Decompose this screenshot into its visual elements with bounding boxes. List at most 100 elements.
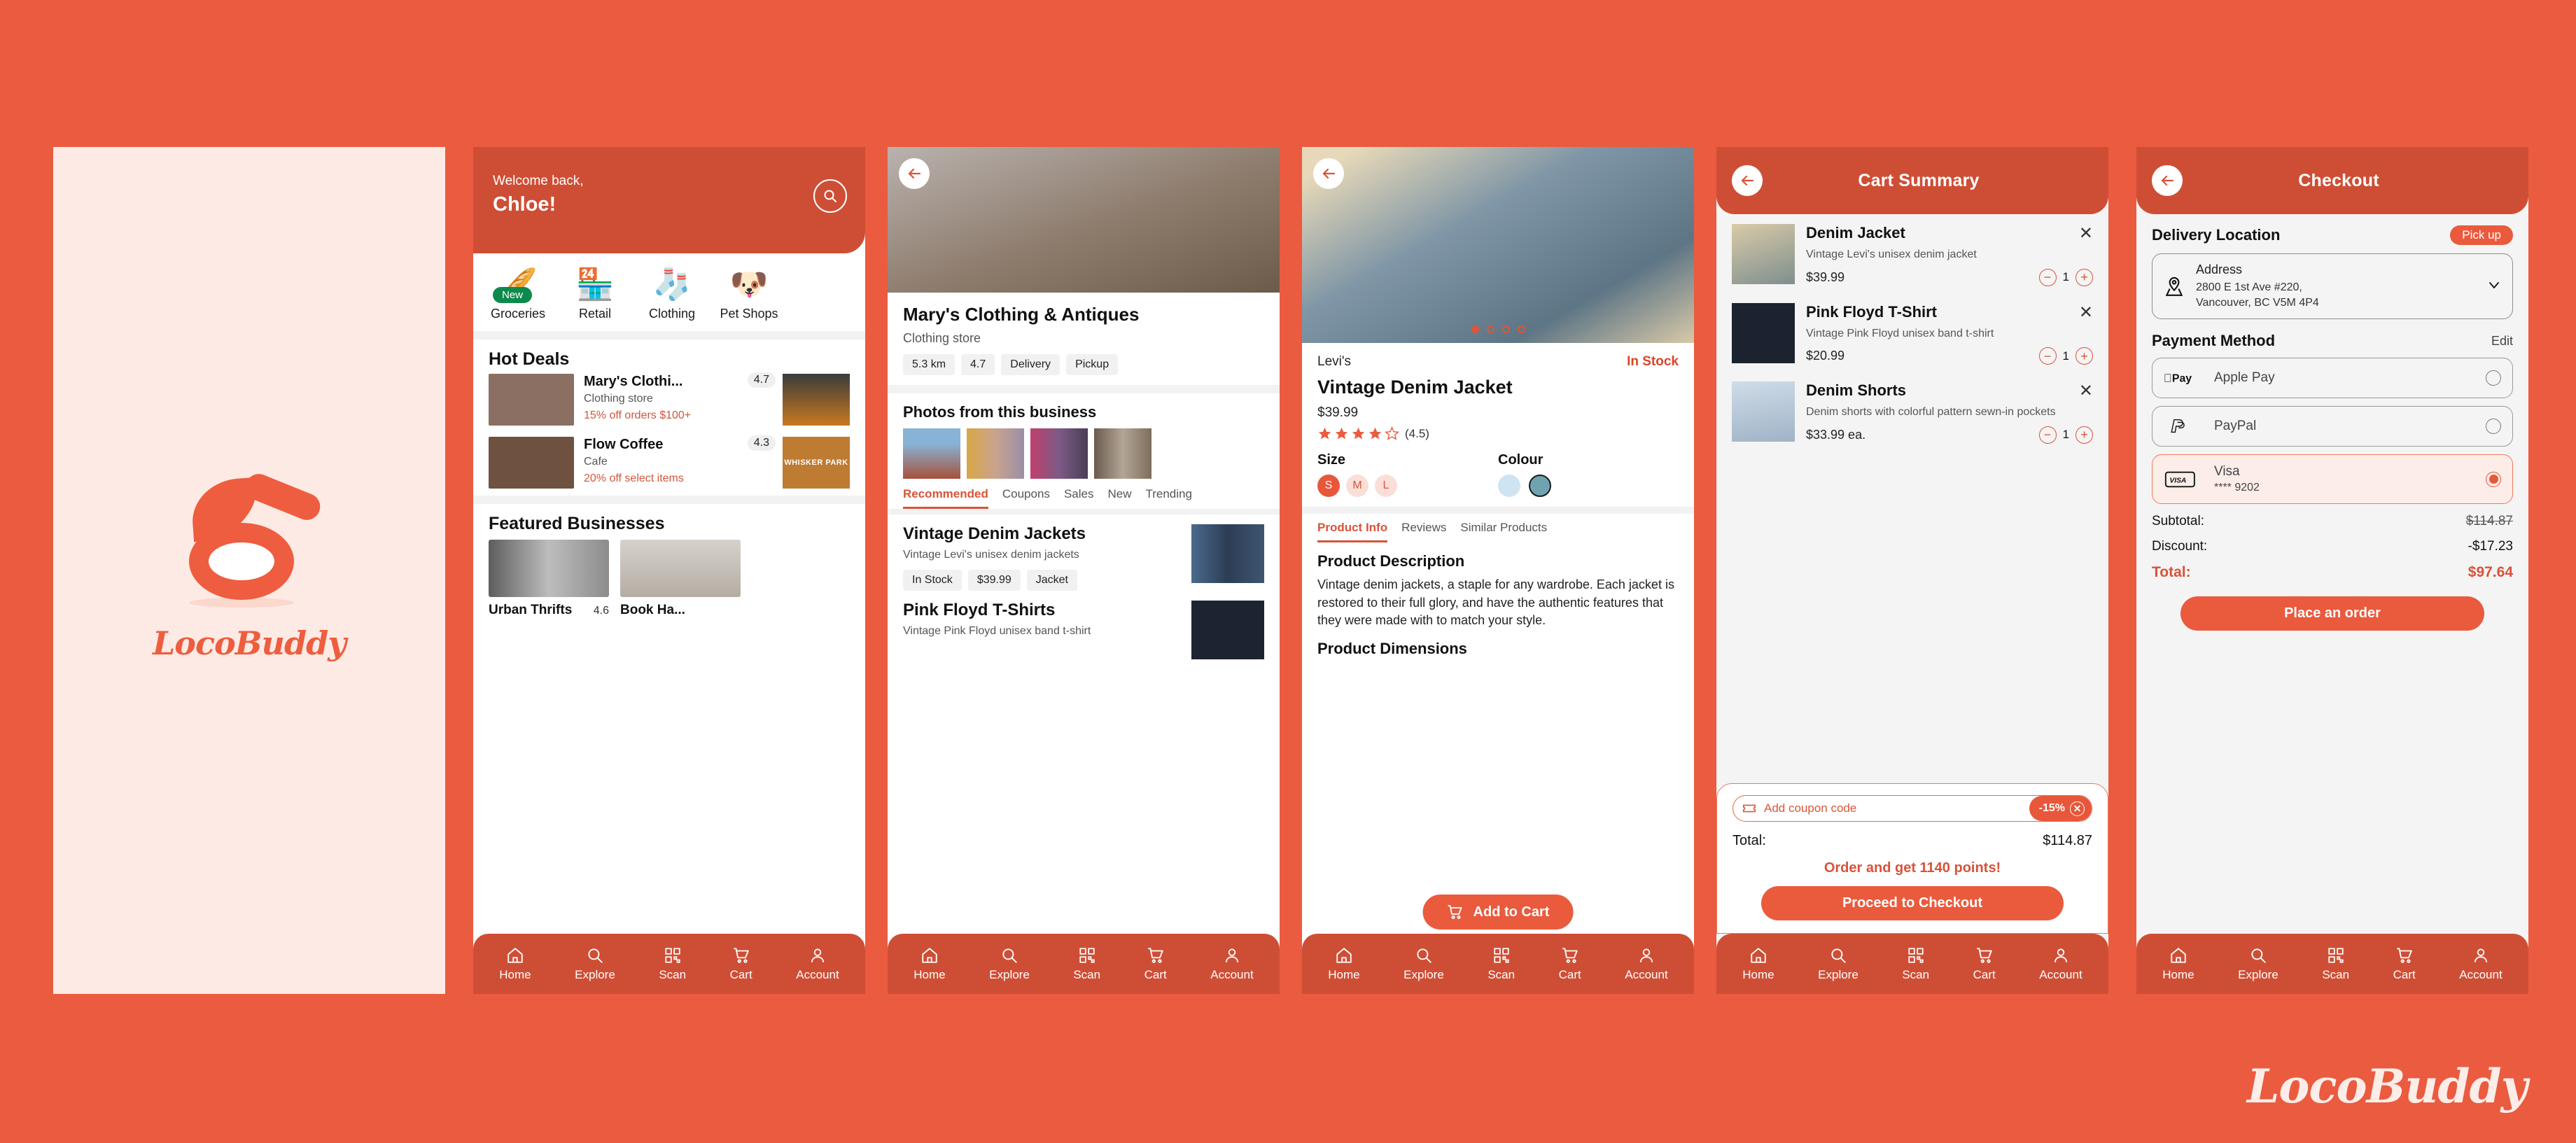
address-selector[interactable]: Address 2800 E 1st Ave #220, Vancouver, … xyxy=(2152,253,2513,320)
product-list-item[interactable]: Pink Floyd T-Shirts Vintage Pink Floyd u… xyxy=(888,591,1280,659)
qr-scan-icon xyxy=(1494,947,1509,963)
back-button[interactable] xyxy=(1732,165,1763,196)
nav-account[interactable]: Account xyxy=(1625,946,1668,982)
size-option-s[interactable]: S xyxy=(1317,475,1340,497)
payment-option-paypal[interactable]: PayPal xyxy=(2152,406,2513,447)
nav-home[interactable]: Home xyxy=(499,946,531,982)
payment-radio[interactable] xyxy=(2486,471,2501,487)
nav-cart[interactable]: Cart xyxy=(1559,946,1581,982)
nav-account[interactable]: Account xyxy=(1210,946,1254,982)
home-icon xyxy=(2171,947,2186,963)
cart-item-desc: Vintage Pink Floyd unisex band t-shirt xyxy=(1806,327,1994,339)
svg-text:VISA: VISA xyxy=(2169,477,2186,484)
category-retail[interactable]: 🏪 Retail xyxy=(566,266,624,321)
category-groceries[interactable]: 🥖 New Groceries xyxy=(489,266,547,321)
increase-quantity-button[interactable]: + xyxy=(2076,268,2093,286)
nav-cart[interactable]: Cart xyxy=(1973,946,1996,982)
back-button[interactable] xyxy=(1313,158,1344,189)
size-option-l[interactable]: L xyxy=(1375,475,1397,497)
add-to-cart-button[interactable]: Add to Cart xyxy=(1422,895,1574,930)
carousel-dot[interactable] xyxy=(1502,325,1510,333)
payment-radio[interactable] xyxy=(2486,419,2501,435)
place-order-button[interactable]: Place an order xyxy=(2180,596,2484,631)
nav-home[interactable]: Home xyxy=(1328,946,1360,982)
tab-coupons[interactable]: Coupons xyxy=(1002,487,1050,509)
delivery-location-label: Delivery Location xyxy=(2152,226,2281,244)
photo-strip[interactable] xyxy=(888,421,1280,479)
subtotal-row: Subtotal: $114.87 xyxy=(2152,514,2513,529)
deal-row[interactable]: Flow Coffee 4.3 Cafe 20% off select item… xyxy=(473,433,865,496)
category-label: Clothing xyxy=(648,307,696,321)
category-pet-shops[interactable]: 🐶 Pet Shops xyxy=(720,266,778,321)
tab-sales[interactable]: Sales xyxy=(1064,487,1094,509)
payment-option-visa[interactable]: VISA Visa **** 9202 xyxy=(2152,454,2513,505)
pickup-toggle[interactable]: Pick up xyxy=(2450,225,2513,245)
payment-option-apple-pay[interactable]: Pay Apple Pay xyxy=(2152,358,2513,399)
nav-account[interactable]: Account xyxy=(2459,946,2502,982)
chevron-down-icon[interactable] xyxy=(2486,276,2502,297)
featured-card[interactable]: Urban Thrifts 4.6 xyxy=(489,540,609,618)
decrease-quantity-button[interactable]: − xyxy=(2038,426,2057,444)
tab-product-info[interactable]: Product Info xyxy=(1317,521,1388,542)
colour-swatch-light-blue[interactable] xyxy=(1498,475,1520,497)
tab-similar-products[interactable]: Similar Products xyxy=(1460,521,1547,542)
nav-explore[interactable]: Explore xyxy=(1404,946,1444,982)
nav-cart[interactable]: Cart xyxy=(730,946,752,982)
nav-scan[interactable]: Scan xyxy=(1073,946,1100,982)
quantity-stepper[interactable]: − 1 + xyxy=(2038,426,2093,444)
coupon-input[interactable]: Add coupon code -15% ✕ xyxy=(1732,795,2092,822)
decrease-quantity-button[interactable]: − xyxy=(2038,347,2057,365)
nav-scan[interactable]: Scan xyxy=(659,946,686,982)
proceed-to-checkout-button[interactable]: Proceed to Checkout xyxy=(1761,886,2064,920)
nav-scan[interactable]: Scan xyxy=(1488,946,1515,982)
back-button[interactable] xyxy=(899,158,930,189)
clear-coupon-button[interactable]: ✕ xyxy=(2070,801,2085,816)
back-button[interactable] xyxy=(2152,165,2183,196)
retail-icon: 🏪 xyxy=(575,267,615,302)
side-tile-pets[interactable]: WHISKER PARK xyxy=(783,437,850,489)
tab-trending[interactable]: Trending xyxy=(1145,487,1191,509)
nav-scan[interactable]: Scan xyxy=(2322,946,2349,982)
category-clothing[interactable]: 🧦 Clothing xyxy=(643,266,701,321)
nav-explore[interactable]: Explore xyxy=(989,946,1030,982)
nav-explore[interactable]: Explore xyxy=(1818,946,1858,982)
nav-explore[interactable]: Explore xyxy=(575,946,615,982)
nav-explore[interactable]: Explore xyxy=(2238,946,2278,982)
colour-label: Colour xyxy=(1498,452,1544,468)
carousel-dot[interactable] xyxy=(1486,325,1494,333)
colour-swatch-teal[interactable] xyxy=(1529,475,1551,497)
featured-card[interactable]: Book Ha... xyxy=(620,540,741,618)
cart-item-desc: Denim shorts with colorful pattern sewn-… xyxy=(1806,406,2056,419)
decrease-quantity-button[interactable]: − xyxy=(2038,268,2057,286)
product-list-item[interactable]: Vintage Denim Jackets Vintage Levi's uni… xyxy=(888,514,1280,591)
quantity-stepper[interactable]: − 1 + xyxy=(2038,347,2093,365)
increase-quantity-button[interactable]: + xyxy=(2076,426,2093,444)
nav-home[interactable]: Home xyxy=(2162,946,2194,982)
tab-recommended[interactable]: Recommended xyxy=(903,487,988,509)
nav-label: Explore xyxy=(989,967,1030,981)
nav-account[interactable]: Account xyxy=(2039,946,2082,982)
nav-scan[interactable]: Scan xyxy=(1902,946,1929,982)
side-tile-groceries[interactable] xyxy=(783,374,850,426)
tab-reviews[interactable]: Reviews xyxy=(1401,521,1446,542)
carousel-dot[interactable] xyxy=(1517,325,1525,333)
nav-cart[interactable]: Cart xyxy=(1144,946,1167,982)
remove-item-button[interactable]: ✕ xyxy=(2079,381,2093,400)
size-option-m[interactable]: M xyxy=(1346,475,1368,497)
nav-cart[interactable]: Cart xyxy=(2393,946,2416,982)
deal-row[interactable]: Mary's Clothi... 4.7 Clothing store 15% … xyxy=(473,370,865,433)
nav-account[interactable]: Account xyxy=(796,946,839,982)
remove-item-button[interactable]: ✕ xyxy=(2079,303,2093,321)
remove-item-button[interactable]: ✕ xyxy=(2079,224,2093,242)
search-icon[interactable] xyxy=(813,179,847,213)
payment-radio[interactable] xyxy=(2486,370,2501,386)
nav-home[interactable]: Home xyxy=(913,946,946,982)
nav-label: Account xyxy=(1210,967,1254,981)
carousel-dots[interactable] xyxy=(1302,325,1694,333)
increase-quantity-button[interactable]: + xyxy=(2076,347,2093,365)
nav-home[interactable]: Home xyxy=(1742,946,1774,982)
edit-payment-link[interactable]: Edit xyxy=(2491,334,2513,349)
carousel-dot[interactable] xyxy=(1471,325,1479,333)
quantity-stepper[interactable]: − 1 + xyxy=(2038,268,2093,286)
tab-new[interactable]: New xyxy=(1107,487,1131,509)
